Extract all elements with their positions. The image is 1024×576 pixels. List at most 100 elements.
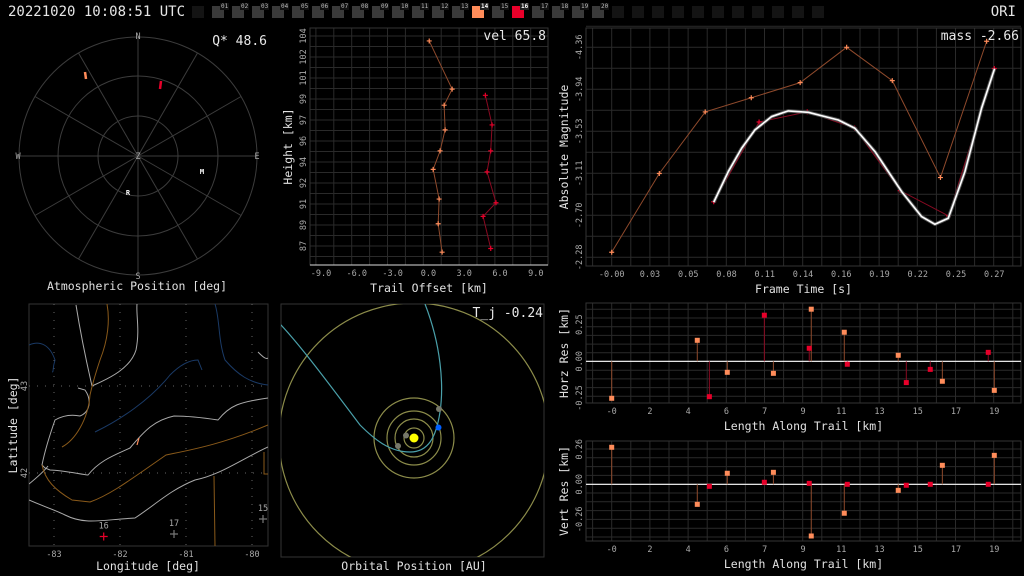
x-tick-label: 6: [724, 407, 729, 417]
vert_res-chart: -0 2 4 6 7 9 11 13 15 17 19 0.26 0.00 -0.26 Length Alo…: [557, 439, 1022, 571]
cam_a-point: [694, 501, 700, 507]
polar-spoke: [34, 96, 139, 157]
cam_a-point: [609, 249, 615, 255]
y-tick-label: 0.00: [575, 351, 585, 371]
x-tick-label: 0.03: [640, 270, 660, 280]
station-marker: [259, 515, 267, 523]
cam_a-point: [808, 533, 814, 539]
y-tick-label: -0.26: [575, 507, 585, 533]
x-axis-label: Trail Offset [km]: [370, 281, 488, 295]
x-tick-label: 4: [686, 545, 691, 555]
x-tick-label: 0.19: [869, 270, 889, 280]
x-tick-label: 0.0: [421, 269, 436, 279]
x-tick-label: 9.0: [528, 269, 543, 279]
atmospheric-position-panel: Q* 48.6 N S E W Z M R Atmospheric Positi…: [15, 32, 267, 293]
ground-map-panel: 16 1715 -83 -82 -81 -804342 Longitude [deg] …: [6, 303, 269, 573]
dashboard-canvas: Q* 48.6 N S E W Z M R Atmospheric Positi…: [6, 25, 1022, 573]
x-tick-label: 6: [724, 545, 729, 555]
cam_a-line: [428, 40, 453, 253]
x-tick-label: -3.0: [382, 269, 402, 279]
y-tick-label: -2.28: [575, 245, 585, 271]
cam_b-point: [806, 480, 812, 486]
cam_a-point: [748, 95, 754, 101]
y-tick-label: -0.25: [575, 385, 585, 411]
x-tick-label: 15: [913, 545, 923, 555]
rivers: [29, 304, 268, 433]
cam_a-point: [770, 370, 776, 376]
cam_a-point: [426, 38, 432, 44]
cam_b-point: [985, 481, 991, 487]
cam_a-point: [939, 378, 945, 384]
x-tick-label: 3.0: [457, 269, 472, 279]
map-gridlines: [29, 304, 268, 546]
x-axis-label: Length Along Trail [km]: [724, 557, 883, 571]
x-tick-label: -0: [607, 407, 617, 417]
cam_b-point: [706, 483, 712, 489]
y-axis-label: Height [km]: [281, 108, 295, 184]
x-tick-label: 0.08: [716, 270, 736, 280]
cam_a-point: [449, 86, 455, 92]
polar-title: Atmospheric Position [deg]: [47, 279, 227, 293]
tisserand-annotation: T_j -0.24: [473, 306, 544, 321]
cam_a-point: [939, 462, 945, 468]
orbital-position-panel: T_j -0.24 Orbital Position [AU]: [280, 303, 545, 573]
x-tick-label: 0.27: [984, 270, 1004, 280]
cam_a-point: [430, 166, 436, 172]
cam_b-point: [488, 148, 494, 154]
cam_a-point: [439, 249, 445, 255]
station-marker: [170, 530, 178, 538]
x-tick-label: -0.00: [599, 270, 625, 280]
horz_res-chart: -0 2 4 6 7 9 11 13 15 17 19 0.25 0.00 -0.25 Length Alo…: [557, 302, 1022, 433]
polar-spoke: [137, 155, 242, 216]
x-tick-label: 0.14: [793, 270, 813, 280]
cam_b-point: [761, 312, 767, 318]
cam_a-point: [937, 175, 943, 181]
y-axis-label: Absolute Magnitude: [557, 85, 571, 210]
y-tick-label: 99: [299, 94, 309, 104]
radiant-marker: R: [126, 189, 131, 197]
station-marker-label: 17: [169, 519, 179, 529]
moon-marker: M: [200, 168, 204, 176]
x-tick-label: 2: [647, 545, 652, 555]
x-tick-label: 0.16: [831, 270, 851, 280]
x-tick-label: 0.25: [946, 270, 966, 280]
polar-spoke: [34, 155, 139, 216]
cam_a-point: [442, 127, 448, 133]
x-tick-label: 17: [951, 545, 961, 555]
y-tick-label: 104: [299, 28, 309, 43]
cam-a-sky-track: [83, 71, 88, 80]
cam_b-point: [761, 479, 767, 485]
cam_b-point: [903, 380, 909, 386]
cam_a-point: [724, 470, 730, 476]
y-tick-label: 102: [299, 49, 309, 64]
x-tick-label: 13: [874, 407, 884, 417]
y-tick-label: 91: [299, 199, 309, 209]
x-tick-label: 7: [762, 545, 767, 555]
lat-tick-label: 43: [20, 381, 30, 391]
x-tick-label: -6.0: [347, 269, 367, 279]
cam_b-point: [482, 92, 488, 98]
map-frame: [28, 303, 269, 547]
polar-spoke: [137, 52, 198, 157]
venus-icon: [395, 443, 401, 449]
cam-b-sky-track: [158, 80, 163, 90]
x-tick-label: -0: [607, 545, 617, 555]
y-tick-label: -2.70: [575, 203, 585, 229]
y-tick-label: 0.25: [575, 314, 585, 334]
trail-chart: -9.0 -6.0 -3.0 0.0 3.0 6.0 9.0 104 102 101 99 97 96 9…: [281, 27, 549, 295]
cam_b-point: [706, 394, 712, 400]
x-tick-label: 6.0: [492, 269, 507, 279]
cam_a-point: [770, 469, 776, 475]
y-tick-label: 94: [299, 157, 309, 167]
cam_b-point: [903, 482, 909, 488]
cam_b-point: [985, 349, 991, 355]
fit-curve: [713, 68, 996, 226]
borders: [41, 304, 268, 546]
polar-spoke: [78, 52, 139, 157]
cam_a-point: [441, 102, 447, 108]
y-tick-label: -4.36: [575, 35, 585, 61]
y-tick-label: 97: [299, 115, 309, 125]
station-marker-label: 15: [258, 504, 268, 514]
cam_b-point: [489, 122, 495, 128]
compass-e: E: [254, 152, 259, 162]
